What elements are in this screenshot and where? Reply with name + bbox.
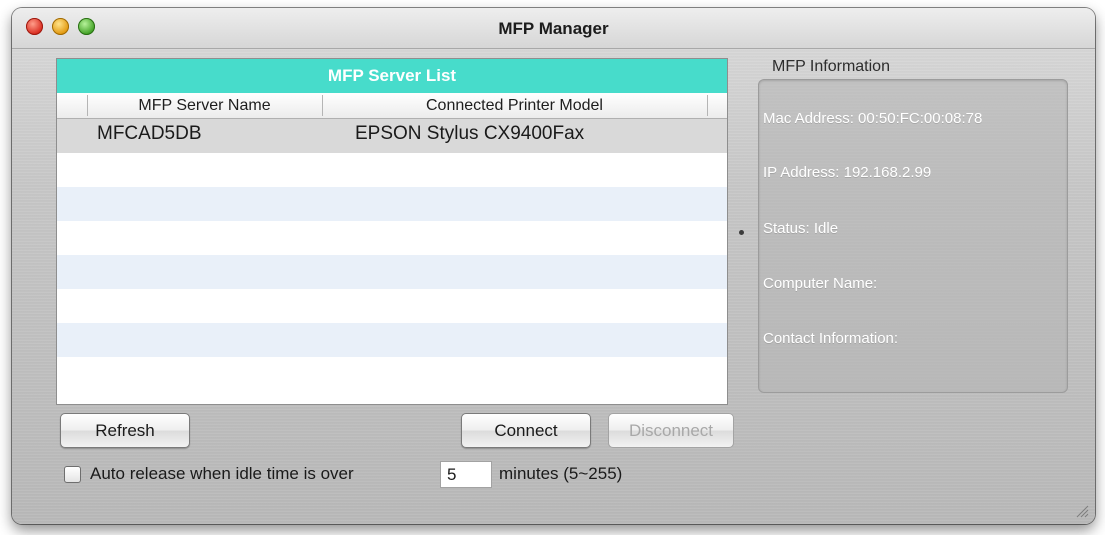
table-row-empty[interactable] xyxy=(57,255,727,289)
table-row-selected[interactable]: MFCAD5DB EPSON Stylus CX9400Fax xyxy=(57,119,727,153)
contact-information-text: Contact Information: xyxy=(763,330,899,347)
mac-address-text: Mac Address: 00:50:FC:00:08:78 xyxy=(763,110,983,127)
mfp-manager-window: MFP Manager MFP Server List MFP Server N… xyxy=(12,8,1095,524)
printer-model-cell: EPSON Stylus CX9400Fax xyxy=(355,123,585,144)
table-row-empty[interactable] xyxy=(57,187,727,221)
split-view-handle[interactable] xyxy=(739,230,744,235)
mfp-information-label: MFP Information xyxy=(772,58,890,75)
disconnect-button[interactable]: Disconnect xyxy=(608,413,734,448)
table-row-empty[interactable] xyxy=(57,153,727,187)
refresh-button[interactable]: Refresh xyxy=(60,413,190,448)
server-list-header: MFP Server List xyxy=(57,59,727,93)
column-header-row: MFP Server Name Connected Printer Model xyxy=(57,93,727,119)
title-bar[interactable]: MFP Manager xyxy=(12,8,1095,49)
column-header-printer-model[interactable]: Connected Printer Model xyxy=(322,93,707,118)
table-row-empty[interactable] xyxy=(57,357,727,391)
mfp-information-box: Mac Address: 00:50:FC:00:08:78 IP Addres… xyxy=(758,79,1068,393)
column-divider xyxy=(707,95,708,116)
auto-release-checkbox[interactable] xyxy=(64,466,81,483)
auto-release-label: Auto release when idle time is over xyxy=(90,464,354,483)
minutes-range-label: minutes (5~255) xyxy=(499,464,623,483)
table-row-empty[interactable] xyxy=(57,323,727,357)
window-title: MFP Manager xyxy=(498,19,609,38)
table-row-empty[interactable] xyxy=(57,289,727,323)
resize-grip-icon[interactable] xyxy=(1075,504,1089,518)
table-row-empty[interactable] xyxy=(57,221,727,255)
server-list-table[interactable]: MFP Server List MFP Server Name Connecte… xyxy=(56,58,728,405)
column-header-server-name[interactable]: MFP Server Name xyxy=(87,93,322,118)
status-text: Status: Idle xyxy=(763,220,839,237)
ip-address-text: IP Address: 192.168.2.99 xyxy=(763,164,932,181)
computer-name-text: Computer Name: xyxy=(763,275,878,292)
connect-button[interactable]: Connect xyxy=(461,413,591,448)
idle-minutes-input[interactable]: 5 xyxy=(440,461,492,488)
server-name-cell: MFCAD5DB xyxy=(97,123,202,144)
